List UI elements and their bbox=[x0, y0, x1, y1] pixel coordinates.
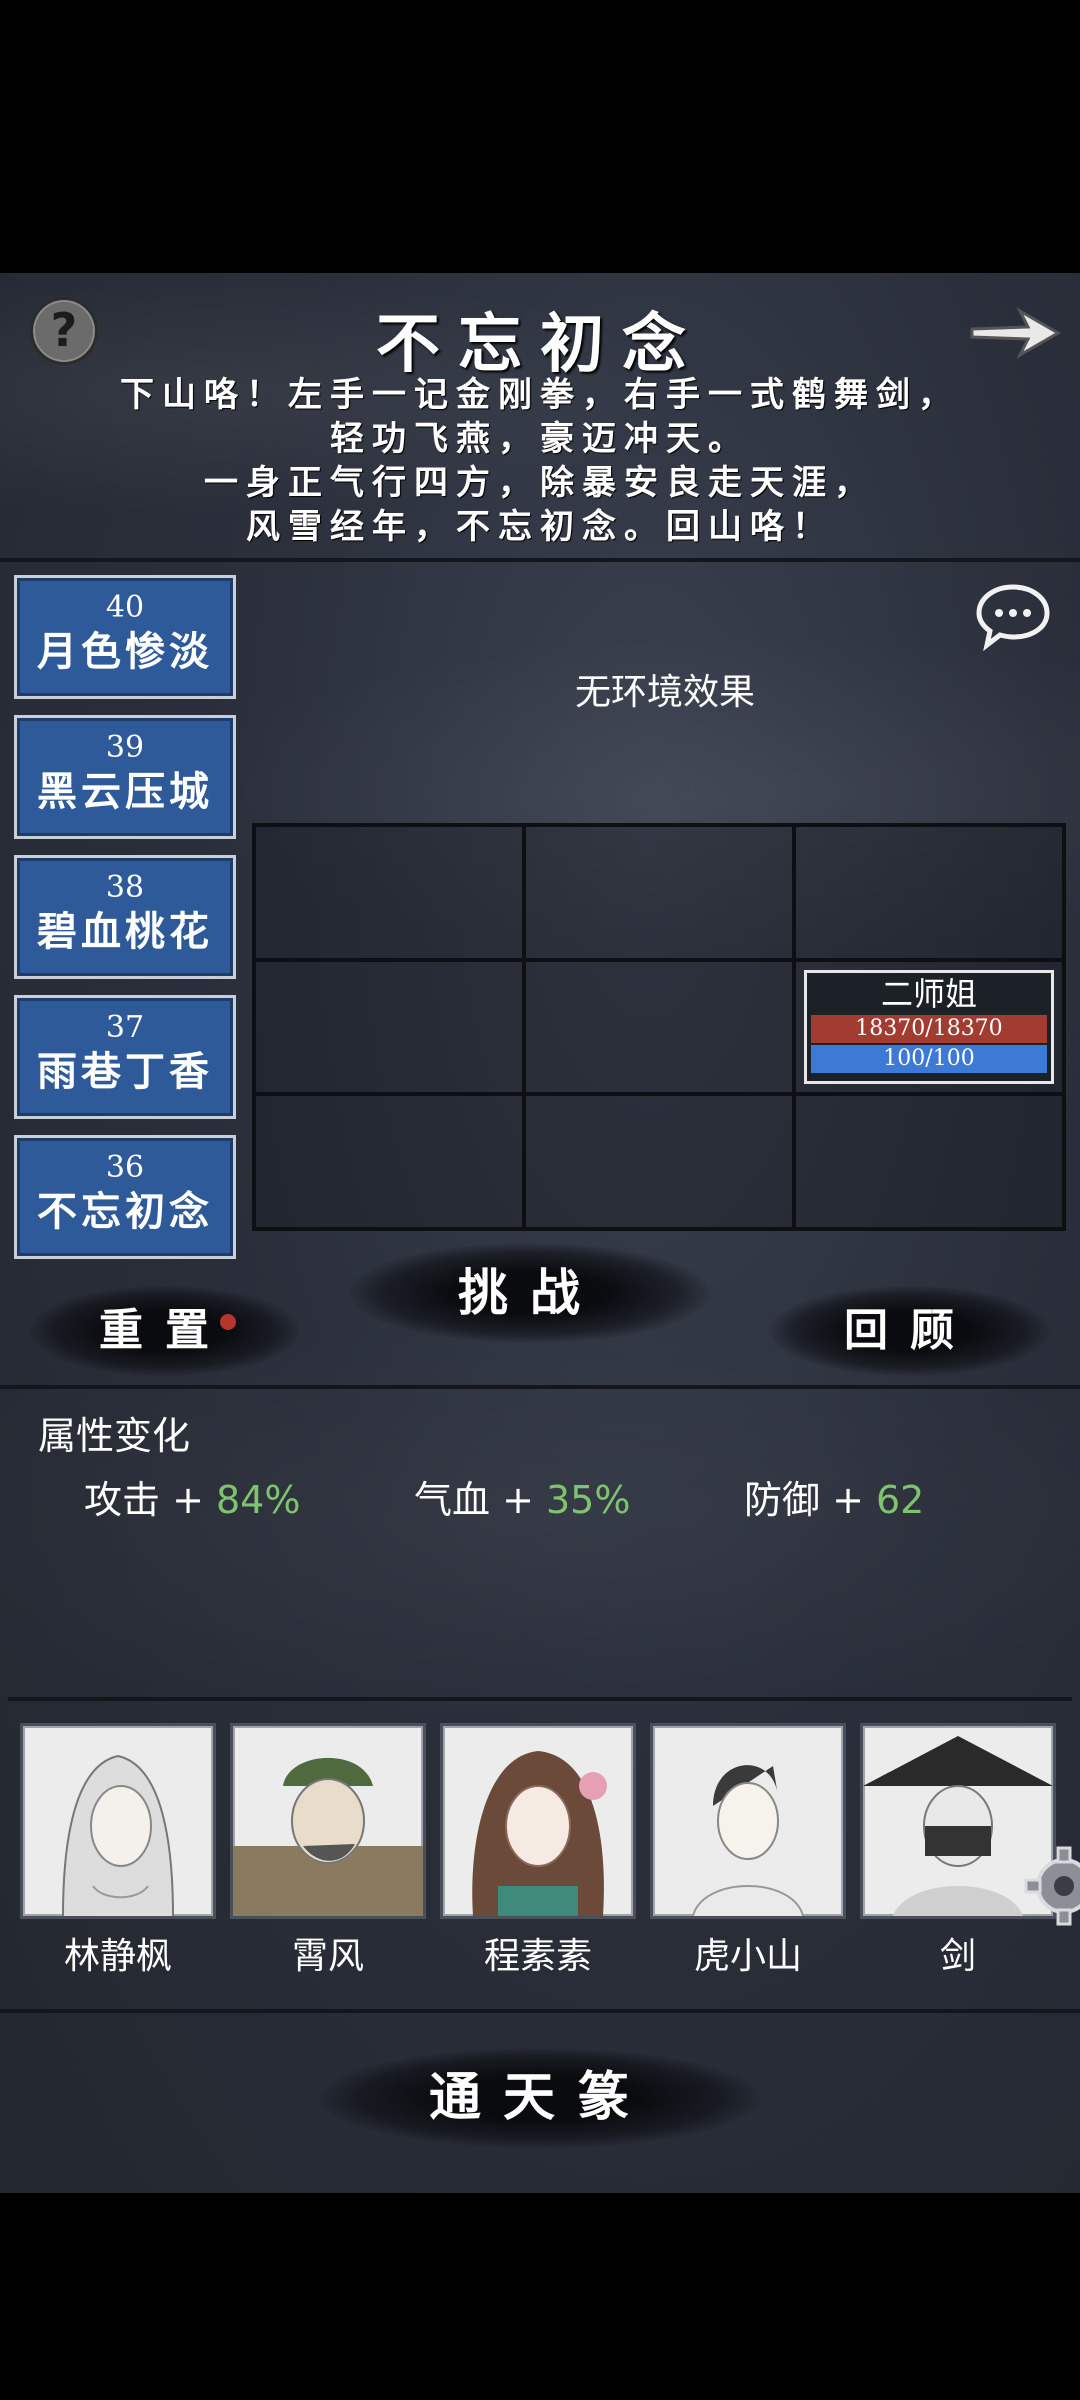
unit-name: 二师姐 bbox=[880, 974, 977, 1013]
level-number: 36 bbox=[105, 1150, 145, 1185]
attribute-attack: 攻击 + 84% bbox=[84, 1469, 300, 1524]
level-number: 39 bbox=[105, 730, 145, 765]
character-card[interactable]: 霄风 bbox=[230, 1723, 426, 1979]
level-number: 37 bbox=[105, 1010, 145, 1045]
level-item-37[interactable]: 37 雨巷丁香 bbox=[14, 995, 236, 1119]
level-item-38[interactable]: 38 碧血桃花 bbox=[14, 855, 236, 979]
attribute-label: 气血 + bbox=[414, 1478, 546, 1522]
formation-grid: 二师姐 18370/18370 100/100 bbox=[252, 823, 1066, 1231]
review-label: 回顾 bbox=[844, 1305, 976, 1356]
character-card[interactable]: 林静枫 bbox=[20, 1723, 216, 1979]
character-name: 霄风 bbox=[291, 1936, 364, 1977]
attribute-value: 35% bbox=[546, 1478, 631, 1522]
next-button[interactable] bbox=[966, 303, 1062, 363]
poem-line: 风雪经年，不忘初念。回山咯！ bbox=[246, 507, 834, 547]
attribute-value: 62 bbox=[876, 1478, 925, 1522]
poem-line: 下山咯！左手一记金刚拳，右手一式鹤舞剑， bbox=[120, 375, 960, 415]
arrow-right-icon bbox=[970, 307, 1061, 359]
settings-button[interactable] bbox=[1024, 1846, 1080, 1926]
tongtian-label: 通天篆 bbox=[428, 2067, 651, 2128]
level-number: 38 bbox=[105, 870, 145, 905]
poem-line: 一身正气行四方，除暴安良走天涯， bbox=[204, 463, 876, 503]
grid-cell[interactable] bbox=[254, 959, 524, 1095]
unit-mp-bar: 100/100 bbox=[811, 1044, 1047, 1073]
challenge-label: 挑战 bbox=[458, 1263, 602, 1322]
tongtian-button[interactable]: 通天篆 bbox=[320, 2048, 760, 2148]
level-name: 碧血桃花 bbox=[37, 908, 213, 955]
grid-cell[interactable] bbox=[254, 1094, 524, 1229]
reset-button[interactable]: 重置 bbox=[30, 1286, 300, 1376]
attribute-value: 84% bbox=[216, 1478, 301, 1522]
portrait-sketch bbox=[472, 1751, 607, 1916]
attributes-divider bbox=[8, 1697, 1072, 1701]
enemy-unit-card[interactable]: 二师姐 18370/18370 100/100 bbox=[804, 969, 1054, 1084]
grid-cell[interactable] bbox=[524, 959, 794, 1095]
level-name: 黑云压城 bbox=[37, 768, 213, 815]
chat-button[interactable] bbox=[975, 581, 1051, 651]
environment-effect: 无环境效果 bbox=[574, 672, 755, 713]
attribute-label: 攻击 + bbox=[84, 1478, 216, 1522]
character-portrait bbox=[230, 1723, 426, 1919]
grid-cell[interactable] bbox=[794, 1094, 1064, 1229]
attribute-label: 防御 + bbox=[744, 1478, 876, 1522]
chapter-poem: 下山咯！左手一记金刚拳，右手一式鹤舞剑， 轻功飞燕，豪迈冲天。 一身正气行四方，… bbox=[0, 373, 1080, 549]
grid-cell[interactable] bbox=[254, 825, 524, 960]
attribute-changes-title: 属性变化 bbox=[38, 1414, 191, 1458]
review-button[interactable]: 回顾 bbox=[770, 1286, 1050, 1376]
level-name: 月色惨淡 bbox=[37, 628, 213, 675]
attribute-defense: 防御 + 62 bbox=[744, 1469, 924, 1524]
speech-bubble-icon bbox=[976, 584, 1050, 651]
poem-line: 轻功飞燕，豪迈冲天。 bbox=[330, 419, 750, 459]
character-portrait bbox=[20, 1723, 216, 1919]
reset-label: 重置 bbox=[99, 1305, 231, 1356]
unit-hp-bar: 18370/18370 bbox=[811, 1014, 1047, 1043]
level-number: 40 bbox=[105, 590, 145, 625]
character-name: 剑 bbox=[939, 1936, 976, 1977]
character-card[interactable]: 程素素 bbox=[440, 1723, 636, 1979]
attribute-health: 气血 + 35% bbox=[414, 1469, 630, 1524]
character-name: 程素素 bbox=[483, 1936, 592, 1977]
portrait-sketch bbox=[62, 1754, 174, 1916]
level-item-40[interactable]: 40 月色惨淡 bbox=[14, 575, 236, 699]
portrait-sketch bbox=[692, 1765, 804, 1916]
game-screen: ? 不忘初念 下山咯！左手一记金刚拳，右手一式鹤舞剑， 轻功飞燕，豪迈冲天。 一… bbox=[0, 273, 1080, 2193]
notification-dot bbox=[220, 1314, 236, 1330]
gear-icon bbox=[1024, 1846, 1080, 1926]
character-portrait bbox=[440, 1723, 636, 1919]
character-name: 虎小山 bbox=[693, 1936, 802, 1977]
grid-cell[interactable] bbox=[794, 825, 1064, 960]
level-list: 40 月色惨淡 39 黑云压城 38 碧血桃花 37 雨巷丁香 36 不忘初念 bbox=[14, 575, 236, 1275]
level-item-36[interactable]: 36 不忘初念 bbox=[14, 1135, 236, 1259]
level-item-39[interactable]: 39 黑云压城 bbox=[14, 715, 236, 839]
character-name: 林静枫 bbox=[63, 1936, 172, 1977]
level-name: 雨巷丁香 bbox=[37, 1048, 213, 1095]
header-divider bbox=[0, 558, 1080, 562]
grid-cell[interactable] bbox=[524, 1094, 794, 1229]
roster-divider bbox=[0, 2009, 1080, 2013]
grid-cell[interactable] bbox=[524, 825, 794, 960]
character-card[interactable]: 虎小山 bbox=[650, 1723, 846, 1979]
portrait-sketch bbox=[233, 1757, 423, 1916]
grid-cell[interactable]: 二师姐 18370/18370 100/100 bbox=[794, 959, 1064, 1095]
level-name: 不忘初念 bbox=[37, 1188, 213, 1235]
challenge-button[interactable]: 挑战 bbox=[350, 1243, 710, 1343]
actions-divider bbox=[0, 1385, 1080, 1389]
chapter-title: 不忘初念 bbox=[376, 307, 704, 382]
character-portrait bbox=[650, 1723, 846, 1919]
